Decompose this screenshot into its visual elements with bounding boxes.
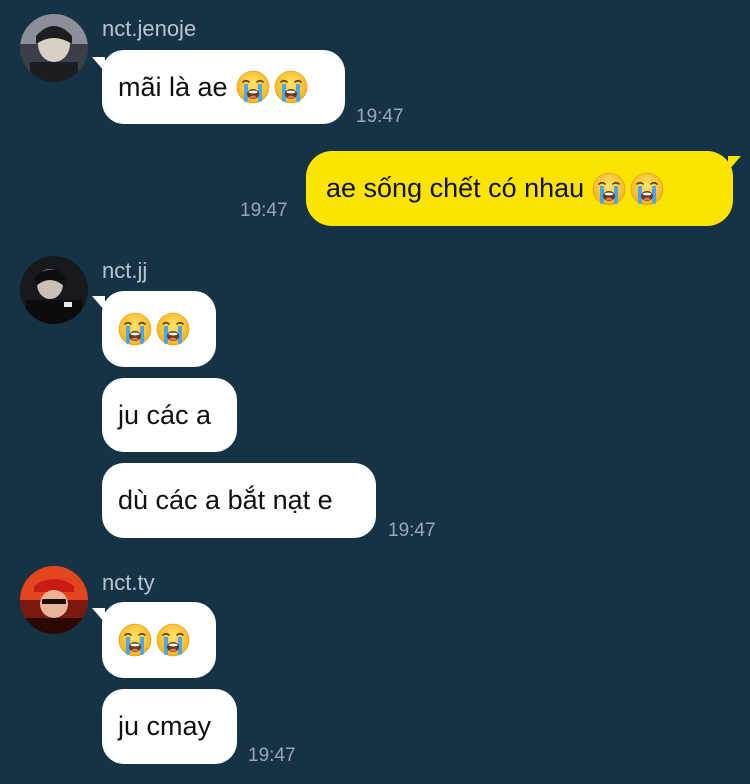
- avatar-photo-icon: [20, 14, 88, 82]
- message-bubble[interactable]: ju các a: [102, 378, 237, 452]
- sender-name: nct.jenoje: [102, 16, 197, 41]
- message-bubble[interactable]: [102, 602, 216, 678]
- bubble-tail: [728, 156, 741, 171]
- crying-face-icon: [236, 70, 270, 104]
- message-timestamp: 19:47: [356, 106, 404, 127]
- avatar-nct-ty[interactable]: [20, 566, 88, 634]
- message-bubble[interactable]: mãi là ae: [102, 50, 345, 124]
- message-bubble[interactable]: [102, 291, 216, 367]
- message-timestamp: 19:47: [388, 520, 436, 541]
- avatar-nct-jj[interactable]: [20, 256, 88, 324]
- crying-face-icon: [118, 623, 152, 657]
- crying-face-icon: [274, 70, 308, 104]
- message-timestamp: 19:47: [240, 200, 288, 221]
- message-text: mãi là ae: [118, 71, 228, 102]
- message-timestamp: 19:47: [248, 745, 296, 766]
- avatar-photo-icon: [20, 256, 88, 324]
- avatar-nct-jenoje[interactable]: [20, 14, 88, 82]
- message-bubble[interactable]: dù các a bắt nạt e: [102, 463, 376, 538]
- emoji-group: [118, 312, 190, 346]
- message-text: ju cmay: [118, 711, 212, 741]
- crying-face-icon: [118, 312, 152, 346]
- crying-face-icon: [630, 172, 664, 206]
- message-text: dù các a bắt nạt e: [118, 485, 333, 515]
- emoji-group: [118, 623, 190, 657]
- crying-face-icon: [592, 172, 626, 206]
- crying-face-icon: [156, 312, 190, 346]
- emoji-group: [592, 172, 664, 206]
- message-text: ae sống chết có nhau: [326, 173, 585, 203]
- message-text: ju các a: [118, 399, 212, 430]
- emoji-group: [236, 70, 308, 104]
- sender-name: nct.jj: [102, 258, 148, 283]
- message-bubble[interactable]: ju cmay: [102, 689, 237, 764]
- avatar-photo-icon: [20, 566, 88, 634]
- message-bubble-outgoing[interactable]: ae sống chết có nhau: [306, 151, 733, 226]
- sender-name: nct.ty: [102, 570, 155, 595]
- crying-face-icon: [156, 623, 190, 657]
